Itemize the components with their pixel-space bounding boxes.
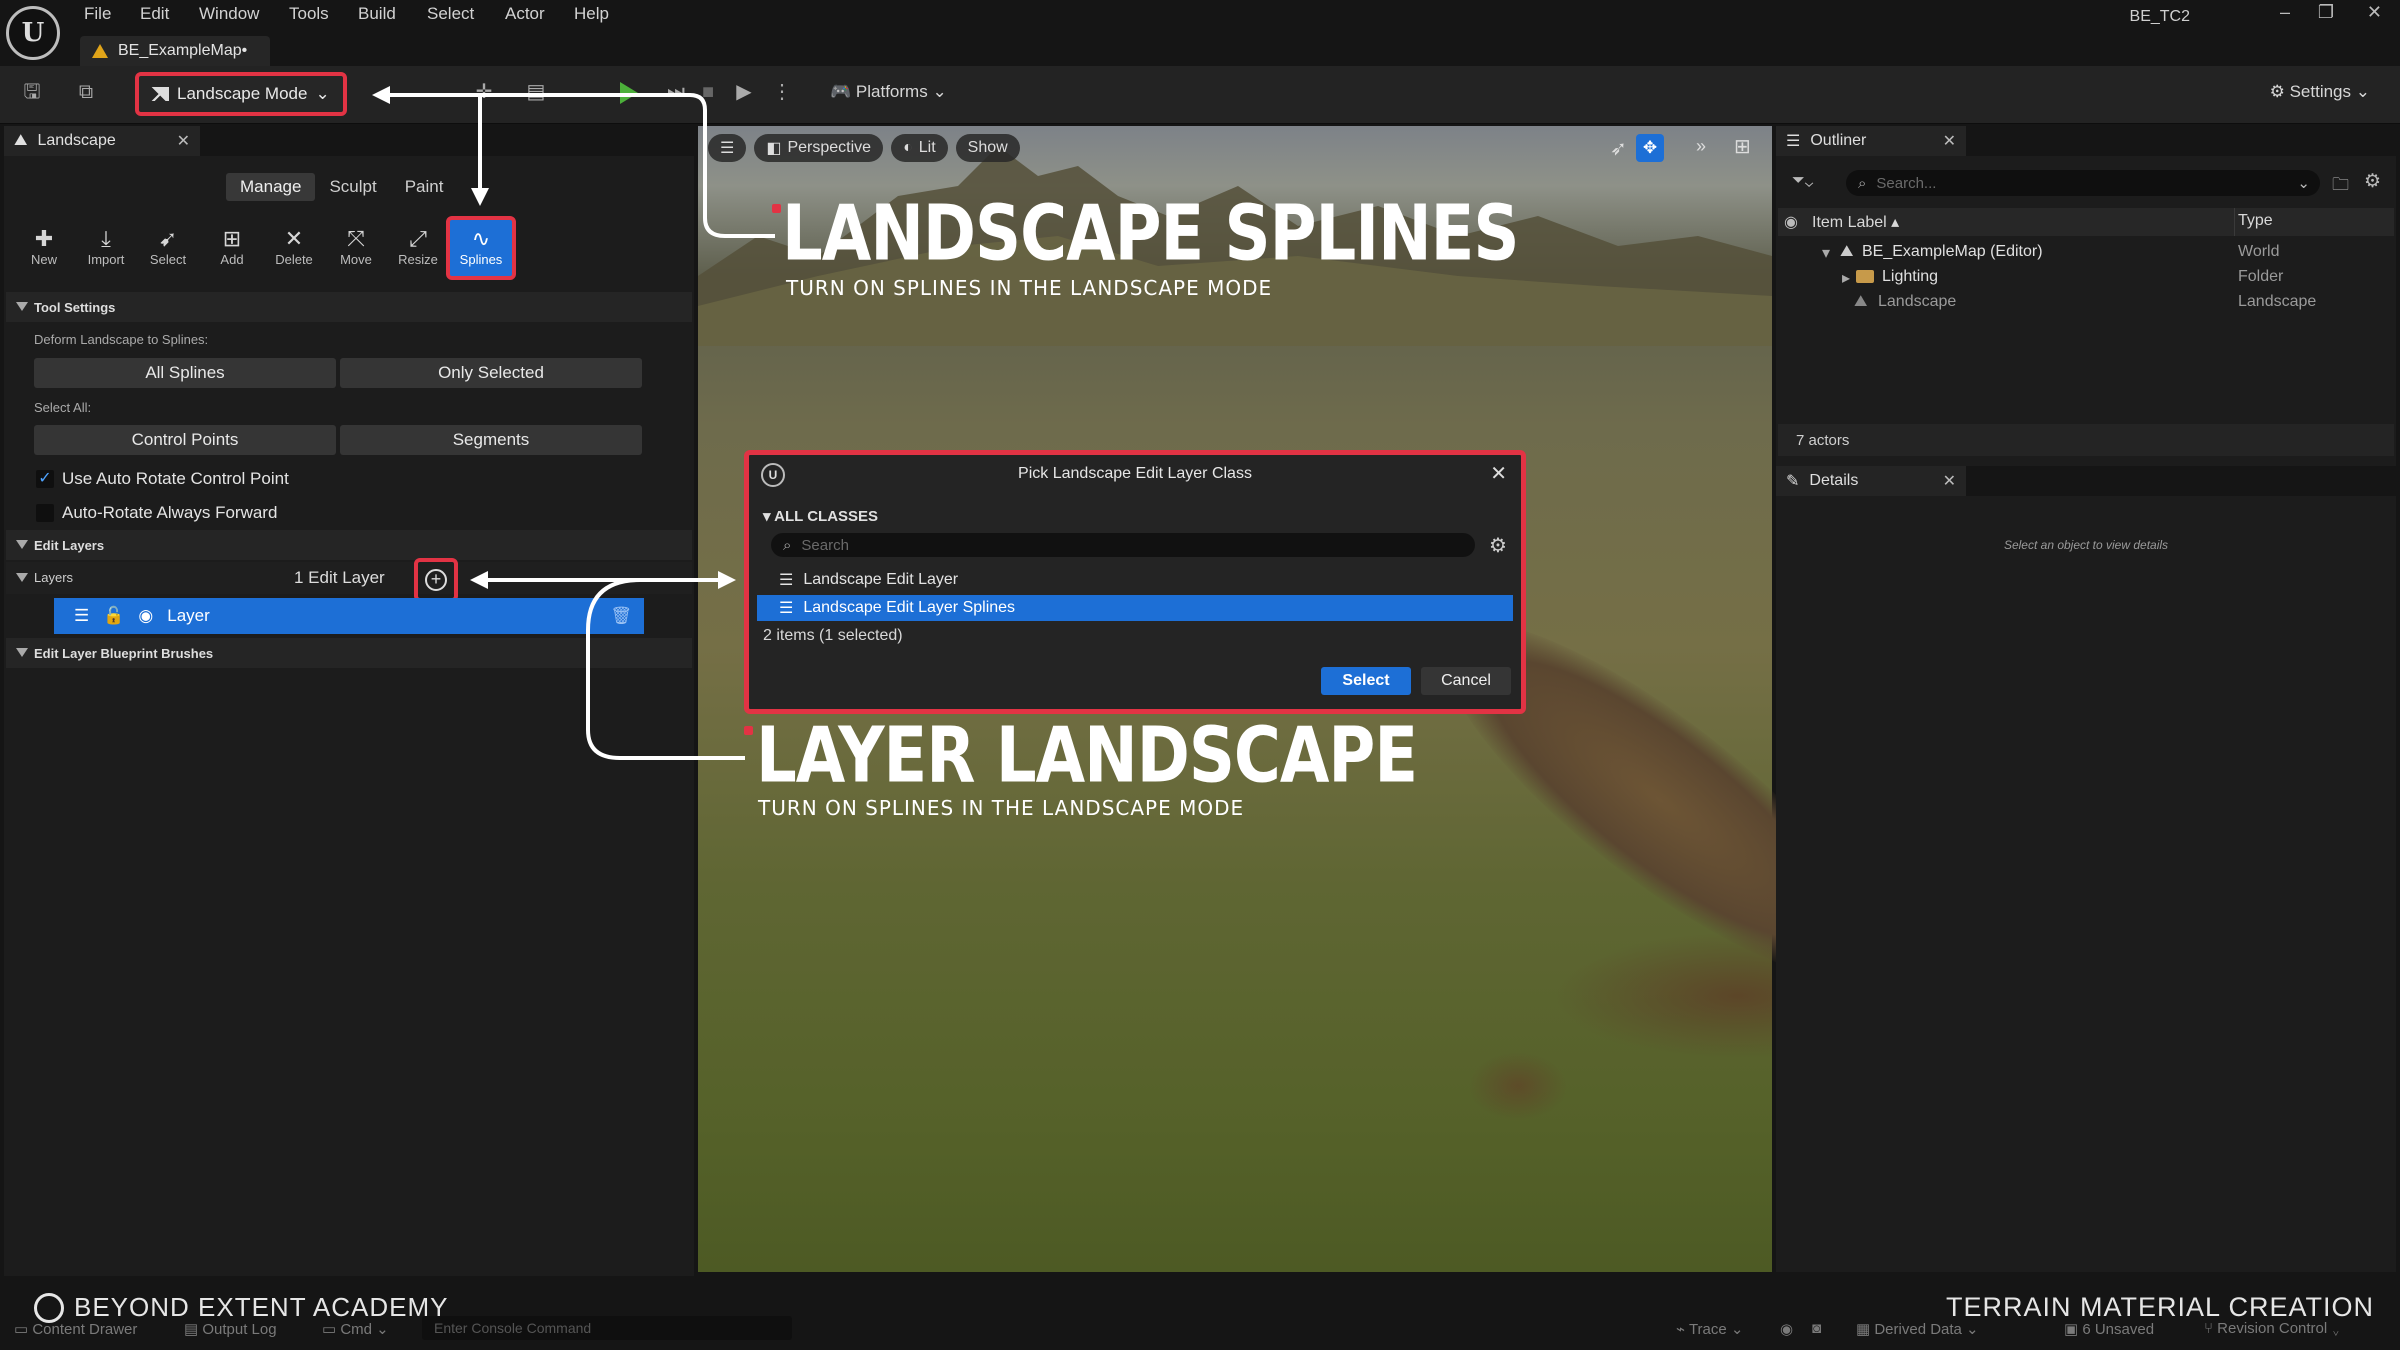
terminal-icon: ▭ (322, 1321, 341, 1338)
dialog-settings-gear-icon[interactable]: ⚙ (1489, 533, 1507, 558)
outliner-row-type: Folder (2238, 268, 2284, 285)
log-icon: ▤ (184, 1321, 203, 1338)
title-marker-1 (772, 204, 781, 213)
title-marker-2 (744, 726, 753, 735)
trace-label: Trace (1688, 1321, 1727, 1338)
class-item-label: Landscape Edit Layer (803, 571, 959, 588)
outliner-row-label: Lighting (1882, 268, 1939, 285)
pencil-icon: ✎ (1786, 473, 1800, 490)
expand-arrow-icon[interactable]: ▾ (1822, 243, 1830, 263)
close-tab-icon[interactable]: ✕ (1943, 471, 1956, 491)
outliner-row-lighting[interactable]: ▸ Lighting Folder (1778, 265, 2394, 290)
outliner-row-label: BE_ExampleMap (Editor) (1862, 243, 2043, 260)
outliner-icon: ☰ (1786, 133, 1801, 150)
outliner-row-type: World (2238, 243, 2280, 260)
console-command-input[interactable]: Enter Console Command (422, 1316, 792, 1340)
class-search-placeholder: Search (801, 536, 849, 554)
annotation-title-splines: LANDSCAPE SPLINES (782, 190, 1519, 279)
details-hint: Select an object to view details (2003, 538, 2169, 552)
trace-button[interactable]: ⌁ Trace ⌄ (1676, 1320, 1743, 1338)
outliner-row-label: Landscape (1878, 293, 1957, 310)
drawer-icon: ▭ (14, 1321, 33, 1338)
output-log-label: Output Log (202, 1321, 277, 1338)
content-drawer-label: Content Drawer (32, 1321, 138, 1338)
annotation-title-layer: LAYER LANDSCAPE (756, 712, 1418, 801)
expand-arrow-icon[interactable]: ▸ (1842, 268, 1850, 288)
camera-icon[interactable]: ◙ (1812, 1320, 1821, 1337)
item-label-column-text: Item Label (1812, 214, 1887, 231)
dialog-close-icon[interactable]: ✕ (1490, 461, 1507, 486)
class-item-label: Landscape Edit Layer Splines (803, 599, 1016, 616)
record-icon[interactable]: ◉ (1780, 1320, 1793, 1338)
item-count: 2 items (1 selected) (763, 627, 903, 644)
outliner-tab-label: Outliner (1810, 132, 1867, 149)
unsaved-label: 6 Unsaved (2082, 1321, 2155, 1338)
details-tab[interactable]: ✎ Details ✕ (1776, 466, 1966, 496)
unsaved-icon: ▣ (2064, 1321, 2083, 1338)
outliner-search-input[interactable]: ⌕ Search... ⌄ (1846, 170, 2320, 196)
landscape-actor-icon: ⛰ (1854, 293, 1868, 310)
actor-count: 7 actors (1778, 424, 2394, 456)
filter-icon[interactable]: ⏷⌄ (1792, 172, 1813, 190)
dialog-title: Pick Landscape Edit Layer Class (1018, 465, 1252, 482)
column-divider[interactable] (2234, 208, 2235, 236)
select-button[interactable]: Select (1321, 667, 1411, 695)
class-search-input[interactable]: ⌕ Search (771, 533, 1475, 557)
outliner-search-placeholder: Search... (1876, 174, 1937, 192)
academy-logo-icon (34, 1292, 64, 1323)
cmd-label: Cmd (340, 1321, 373, 1338)
outliner-tab[interactable]: ☰ Outliner ✕ (1776, 126, 1966, 156)
item-label-column[interactable]: Item Label ▴ (1812, 212, 1899, 232)
outliner-row-world[interactable]: ▾ ⛰ BE_ExampleMap (Editor) World (1778, 240, 2394, 265)
outliner-header: ◉ Item Label ▴ Type (1778, 208, 2394, 236)
all-classes-label: ALL CLASSES (774, 508, 879, 525)
world-icon: ⛰ (1840, 243, 1854, 260)
search-icon: ⌕ (783, 536, 792, 554)
brand-left-text: BEYOND EXTENT ACADEMY (74, 1292, 449, 1322)
trace-icon: ⌁ (1676, 1321, 1689, 1338)
class-item-edit-layer-splines[interactable]: ☰ Landscape Edit Layer Splines (757, 595, 1513, 621)
derived-data-label: Derived Data (1874, 1321, 1962, 1338)
add-folder-icon[interactable]: 🗀 (2332, 172, 2349, 201)
pick-layer-class-dialog: U Pick Landscape Edit Layer Class ✕ ▾ AL… (744, 450, 1526, 714)
all-classes-header[interactable]: ▾ ALL CLASSES (763, 507, 878, 525)
annotation-subtitle-splines: TURN ON SPLINES IN THE LANDSCAPE MODE (786, 276, 1273, 300)
search-icon: ⌕ (1858, 174, 1867, 192)
layer-class-icon: ☰ (779, 572, 794, 589)
layer-class-icon: ☰ (779, 600, 794, 617)
brand-left: BEYOND EXTENT ACADEMY (34, 1292, 449, 1323)
close-tab-icon[interactable]: ✕ (1943, 131, 1956, 151)
outliner-row-type: Landscape (2238, 293, 2317, 310)
annotation-subtitle-layer: TURN ON SPLINES IN THE LANDSCAPE MODE (758, 796, 1245, 820)
database-icon: ▦ (1856, 1321, 1875, 1338)
folder-icon (1856, 270, 1874, 283)
visibility-eye-icon[interactable]: ◉ (1784, 212, 1798, 232)
outliner-row-landscape[interactable]: ⛰ Landscape Landscape (1778, 290, 2394, 315)
cancel-button[interactable]: Cancel (1421, 667, 1511, 695)
class-item-edit-layer[interactable]: ☰ Landscape Edit Layer (757, 567, 1513, 593)
details-tab-label: Details (1809, 472, 1859, 489)
outliner-settings-gear-icon[interactable]: ⚙ (2364, 170, 2381, 193)
chevron-down-icon: ⌄ (2297, 175, 2310, 192)
collapse-arrow-icon: ▾ (763, 508, 775, 525)
type-column[interactable]: Type (2238, 212, 2273, 230)
brand-right: TERRAIN MATERIAL CREATION (1945, 1292, 2374, 1322)
